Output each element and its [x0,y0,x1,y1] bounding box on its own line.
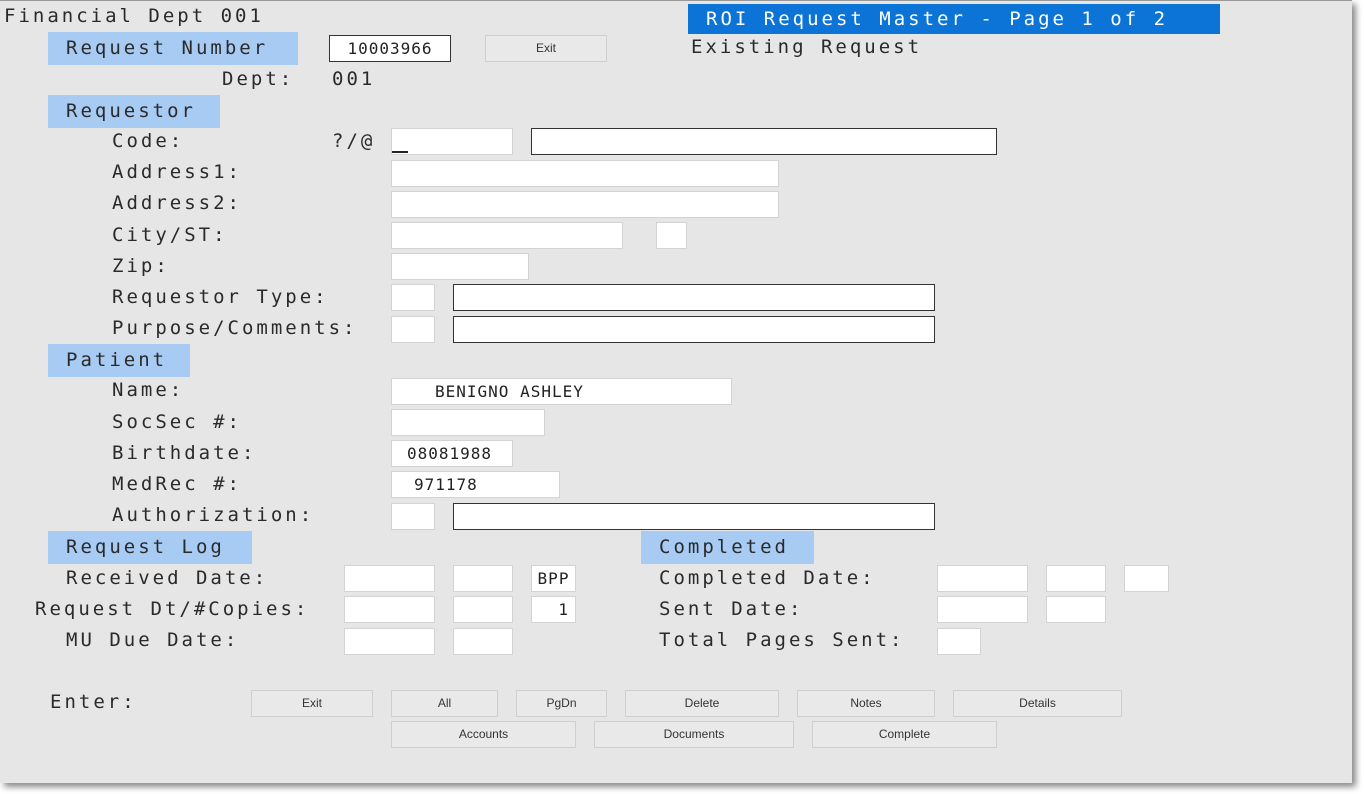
authorization-label: Authorization: [112,504,315,526]
request-log-header: Request Log [48,531,252,564]
mu-due-date-label: MU Due Date: [66,629,240,651]
completed-time-field[interactable] [1046,565,1106,592]
patient-name-label: Name: [112,379,185,401]
requestor-header: Requestor [48,95,220,128]
notes-button[interactable]: Notes [797,690,935,717]
top-exit-button[interactable]: Exit [485,35,607,62]
roi-request-screen: Financial Dept 001 ROI Request Master - … [0,0,1352,783]
total-pages-sent-label: Total Pages Sent: [659,629,905,651]
complete-button[interactable]: Complete [812,721,997,748]
accounts-button[interactable]: Accounts [391,721,576,748]
received-time-field[interactable] [453,565,513,592]
screen-title: ROI Request Master - Page 1 of 2 [688,4,1220,34]
details-button[interactable]: Details [953,690,1122,717]
authorization-desc-field[interactable] [453,503,935,530]
socsec-field[interactable] [391,409,545,436]
copies-field[interactable]: 1 [531,596,576,623]
address2-label: Address2: [112,192,242,214]
dept-label: Dept: [222,68,295,90]
sent-date-field[interactable] [937,596,1028,623]
completed-date-field[interactable] [937,565,1028,592]
requestor-type-desc-field[interactable] [453,284,935,311]
zip-label: Zip: [112,255,170,277]
delete-button[interactable]: Delete [625,690,779,717]
enter-label: Enter: [50,691,137,713]
pgdn-button[interactable]: PgDn [516,690,607,717]
request-date-field[interactable] [344,596,435,623]
app-title: Financial Dept 001 [4,5,264,27]
medrec-label: MedRec #: [112,473,242,495]
purpose-label: Purpose/Comments: [112,317,358,339]
address2-field[interactable] [391,191,779,218]
mu-due-date-field[interactable] [344,628,435,655]
received-date-label: Received Date: [66,567,269,589]
address1-label: Address1: [112,161,242,183]
patient-header: Patient [48,344,190,377]
purpose-code-field[interactable] [391,316,435,343]
text-cursor [392,151,408,153]
purpose-desc-field[interactable] [453,316,935,343]
socsec-label: SocSec #: [112,411,242,433]
code-label: Code: [112,130,185,152]
documents-button[interactable]: Documents [594,721,794,748]
requestor-name-field[interactable] [531,128,997,155]
request-status: Existing Request [691,36,923,58]
total-pages-sent-field[interactable] [937,628,981,655]
request-dt-copies-label: Request Dt/#Copies: [35,598,310,620]
completed-header: Completed [641,531,814,564]
dept-value: 001 [332,68,376,90]
authorization-code-field[interactable] [391,503,435,530]
request-time-field[interactable] [453,596,513,623]
sent-time-field[interactable] [1046,596,1106,623]
birthdate-field[interactable]: 08081988 [391,440,513,467]
received-user-field[interactable]: BPP [531,565,576,592]
completed-date-label: Completed Date: [659,567,876,589]
city-st-label: City/ST: [112,224,228,246]
request-number-field[interactable]: 10003966 [329,35,451,62]
mu-due-time-field[interactable] [453,628,513,655]
exit-button[interactable]: Exit [251,690,373,717]
patient-name-field[interactable]: BENIGNO ASHLEY [391,378,732,405]
received-date-field[interactable] [344,565,435,592]
zip-field[interactable] [391,253,529,280]
request-number-header: Request Number [48,32,298,65]
requestor-code-field[interactable] [391,128,513,155]
code-hint: ?/@ [332,130,376,152]
address1-field[interactable] [391,160,779,187]
requestor-type-code-field[interactable] [391,284,435,311]
birthdate-label: Birthdate: [112,442,257,464]
all-button[interactable]: All [391,690,498,717]
completed-user-field[interactable] [1124,565,1169,592]
sent-date-label: Sent Date: [659,598,804,620]
city-field[interactable] [391,222,623,249]
medrec-field[interactable]: 971178 [391,471,560,498]
requestor-type-label: Requestor Type: [112,286,329,308]
state-field[interactable] [656,222,687,249]
